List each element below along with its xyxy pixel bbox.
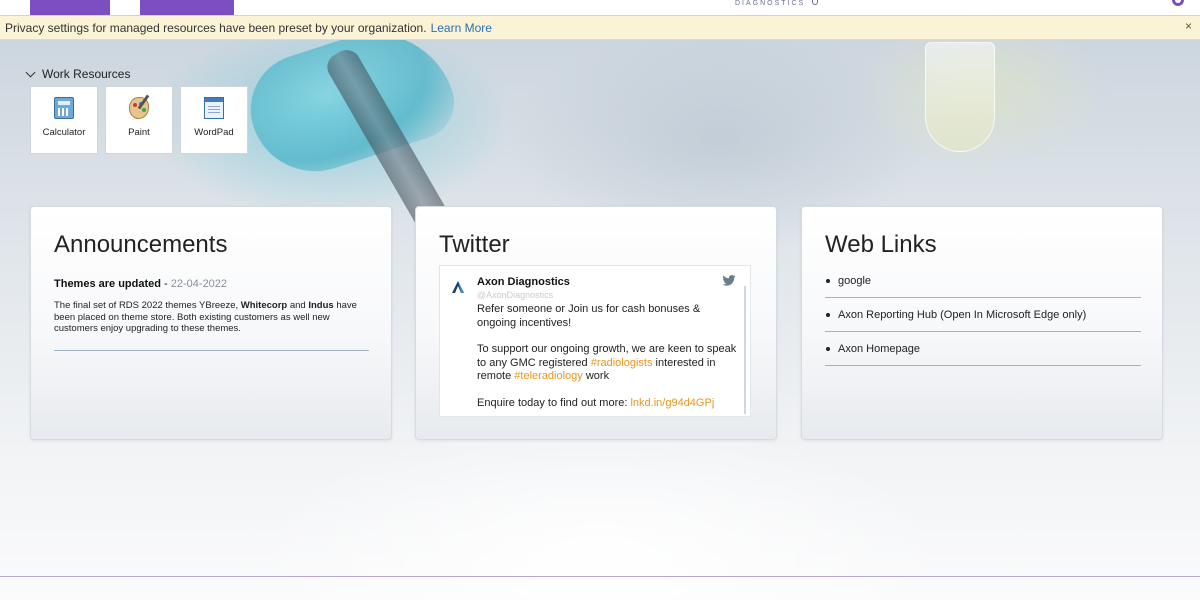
user-menu-icon[interactable] xyxy=(1172,0,1184,6)
tweet-embed[interactable]: Axon Diagnostics @AxonDiagnostics Refer … xyxy=(439,265,751,417)
hashtag-link[interactable]: #radiologists xyxy=(591,357,653,369)
footer-divider xyxy=(0,576,1200,577)
tweet-text-segment: work xyxy=(582,370,610,382)
resource-tile-calculator[interactable]: Calculator xyxy=(30,86,98,154)
learn-more-link[interactable]: Learn More xyxy=(431,21,492,35)
tweet-account-name[interactable]: Axon Diagnostics xyxy=(477,276,570,288)
calculator-icon xyxy=(54,97,74,119)
background-glass-shape xyxy=(925,42,995,152)
bullet-icon xyxy=(826,312,830,317)
web-links-title: Web Links xyxy=(825,231,937,258)
resource-tile-label: Paint xyxy=(128,127,150,138)
web-link-label: google xyxy=(838,275,872,287)
announcement-heading[interactable]: Themes are updated - 22-04-2022 xyxy=(54,278,227,290)
announcement-text: The final set of RDS 2022 themes YBreeze… xyxy=(54,300,241,311)
web-link-homepage[interactable]: Axon Homepage xyxy=(825,332,1141,366)
announcement-theme-name: Whitecorp xyxy=(240,300,288,311)
resource-tile-label: WordPad xyxy=(194,127,234,138)
announcements-card: Announcements Themes are updated - 22-04… xyxy=(30,206,392,440)
divider xyxy=(54,350,369,351)
brand-subtitle: DIAGNOSTICS xyxy=(735,0,806,7)
top-bar: DIAGNOSTICS xyxy=(0,0,1200,15)
web-link-label: Axon Reporting Hub (Open In Microsoft Ed… xyxy=(838,308,1087,321)
tweet-text-segment: Enquire today to find out more: xyxy=(477,396,631,409)
bullet-icon xyxy=(826,346,830,351)
web-link-google[interactable]: google xyxy=(825,265,1141,298)
brand-logo-icon xyxy=(812,0,818,5)
work-resources-toggle[interactable]: Work Resources xyxy=(25,67,131,81)
wordpad-icon xyxy=(204,97,224,119)
resource-tile-label: Calculator xyxy=(42,127,86,138)
announcement-text: and xyxy=(287,300,309,311)
twitter-title: Twitter xyxy=(439,231,510,258)
bullet-icon xyxy=(826,279,830,283)
close-notice-button[interactable]: × xyxy=(1185,19,1192,33)
tweet-paragraph: To support our ongoing growth, we are ke… xyxy=(477,343,739,384)
privacy-notice-bar: Privacy settings for managed resources h… xyxy=(0,16,1200,40)
announcement-theme-name: Indus xyxy=(308,300,334,311)
announcements-title: Announcements xyxy=(54,231,228,258)
tweet-text: Refer someone or Join us for cash bonuse… xyxy=(477,303,739,416)
announcement-body: The final set of RDS 2022 themes YBreeze… xyxy=(54,300,374,335)
tweet-account-handle[interactable]: @AxonDiagnostics xyxy=(477,290,553,300)
axon-logo-icon xyxy=(452,281,464,293)
top-nav-tab-2[interactable] xyxy=(140,0,234,15)
announcement-date: 22-04-2022 xyxy=(170,278,228,290)
tweet-url-link[interactable]: lnkd.in/g94d4GPj xyxy=(630,397,714,409)
tweet-paragraph: Refer someone or Join us for cash bonuse… xyxy=(477,303,701,329)
tweet-scrollbar[interactable] xyxy=(744,286,746,414)
top-nav-tab-1[interactable] xyxy=(30,0,110,15)
web-link-reporting-hub[interactable]: Axon Reporting Hub (Open In Microsoft Ed… xyxy=(825,298,1141,332)
privacy-notice-text: Privacy settings for managed resources h… xyxy=(5,20,427,35)
twitter-card: Twitter Axon Diagnostics @AxonDiagnostic… xyxy=(415,206,777,440)
web-links-list: google Axon Reporting Hub (Open In Micro… xyxy=(825,265,1141,366)
resource-tile-paint[interactable]: Paint xyxy=(105,86,173,154)
tweet-paragraph: Enquire today to find out more: lnkd.in/… xyxy=(477,397,739,411)
resource-tile-wordpad[interactable]: WordPad xyxy=(180,86,248,154)
announcement-title: Themes are updated xyxy=(54,278,161,290)
paint-palette-icon xyxy=(129,97,149,119)
twitter-bird-icon[interactable] xyxy=(722,275,736,286)
chevron-down-icon xyxy=(25,67,36,77)
web-links-card: Web Links google Axon Reporting Hub (Ope… xyxy=(801,206,1163,440)
hashtag-link[interactable]: #teleradiology xyxy=(514,370,583,382)
web-link-label: Axon Homepage xyxy=(838,342,920,355)
announcement-separator: - xyxy=(160,278,171,290)
work-resources-title: Work Resources xyxy=(42,67,131,81)
